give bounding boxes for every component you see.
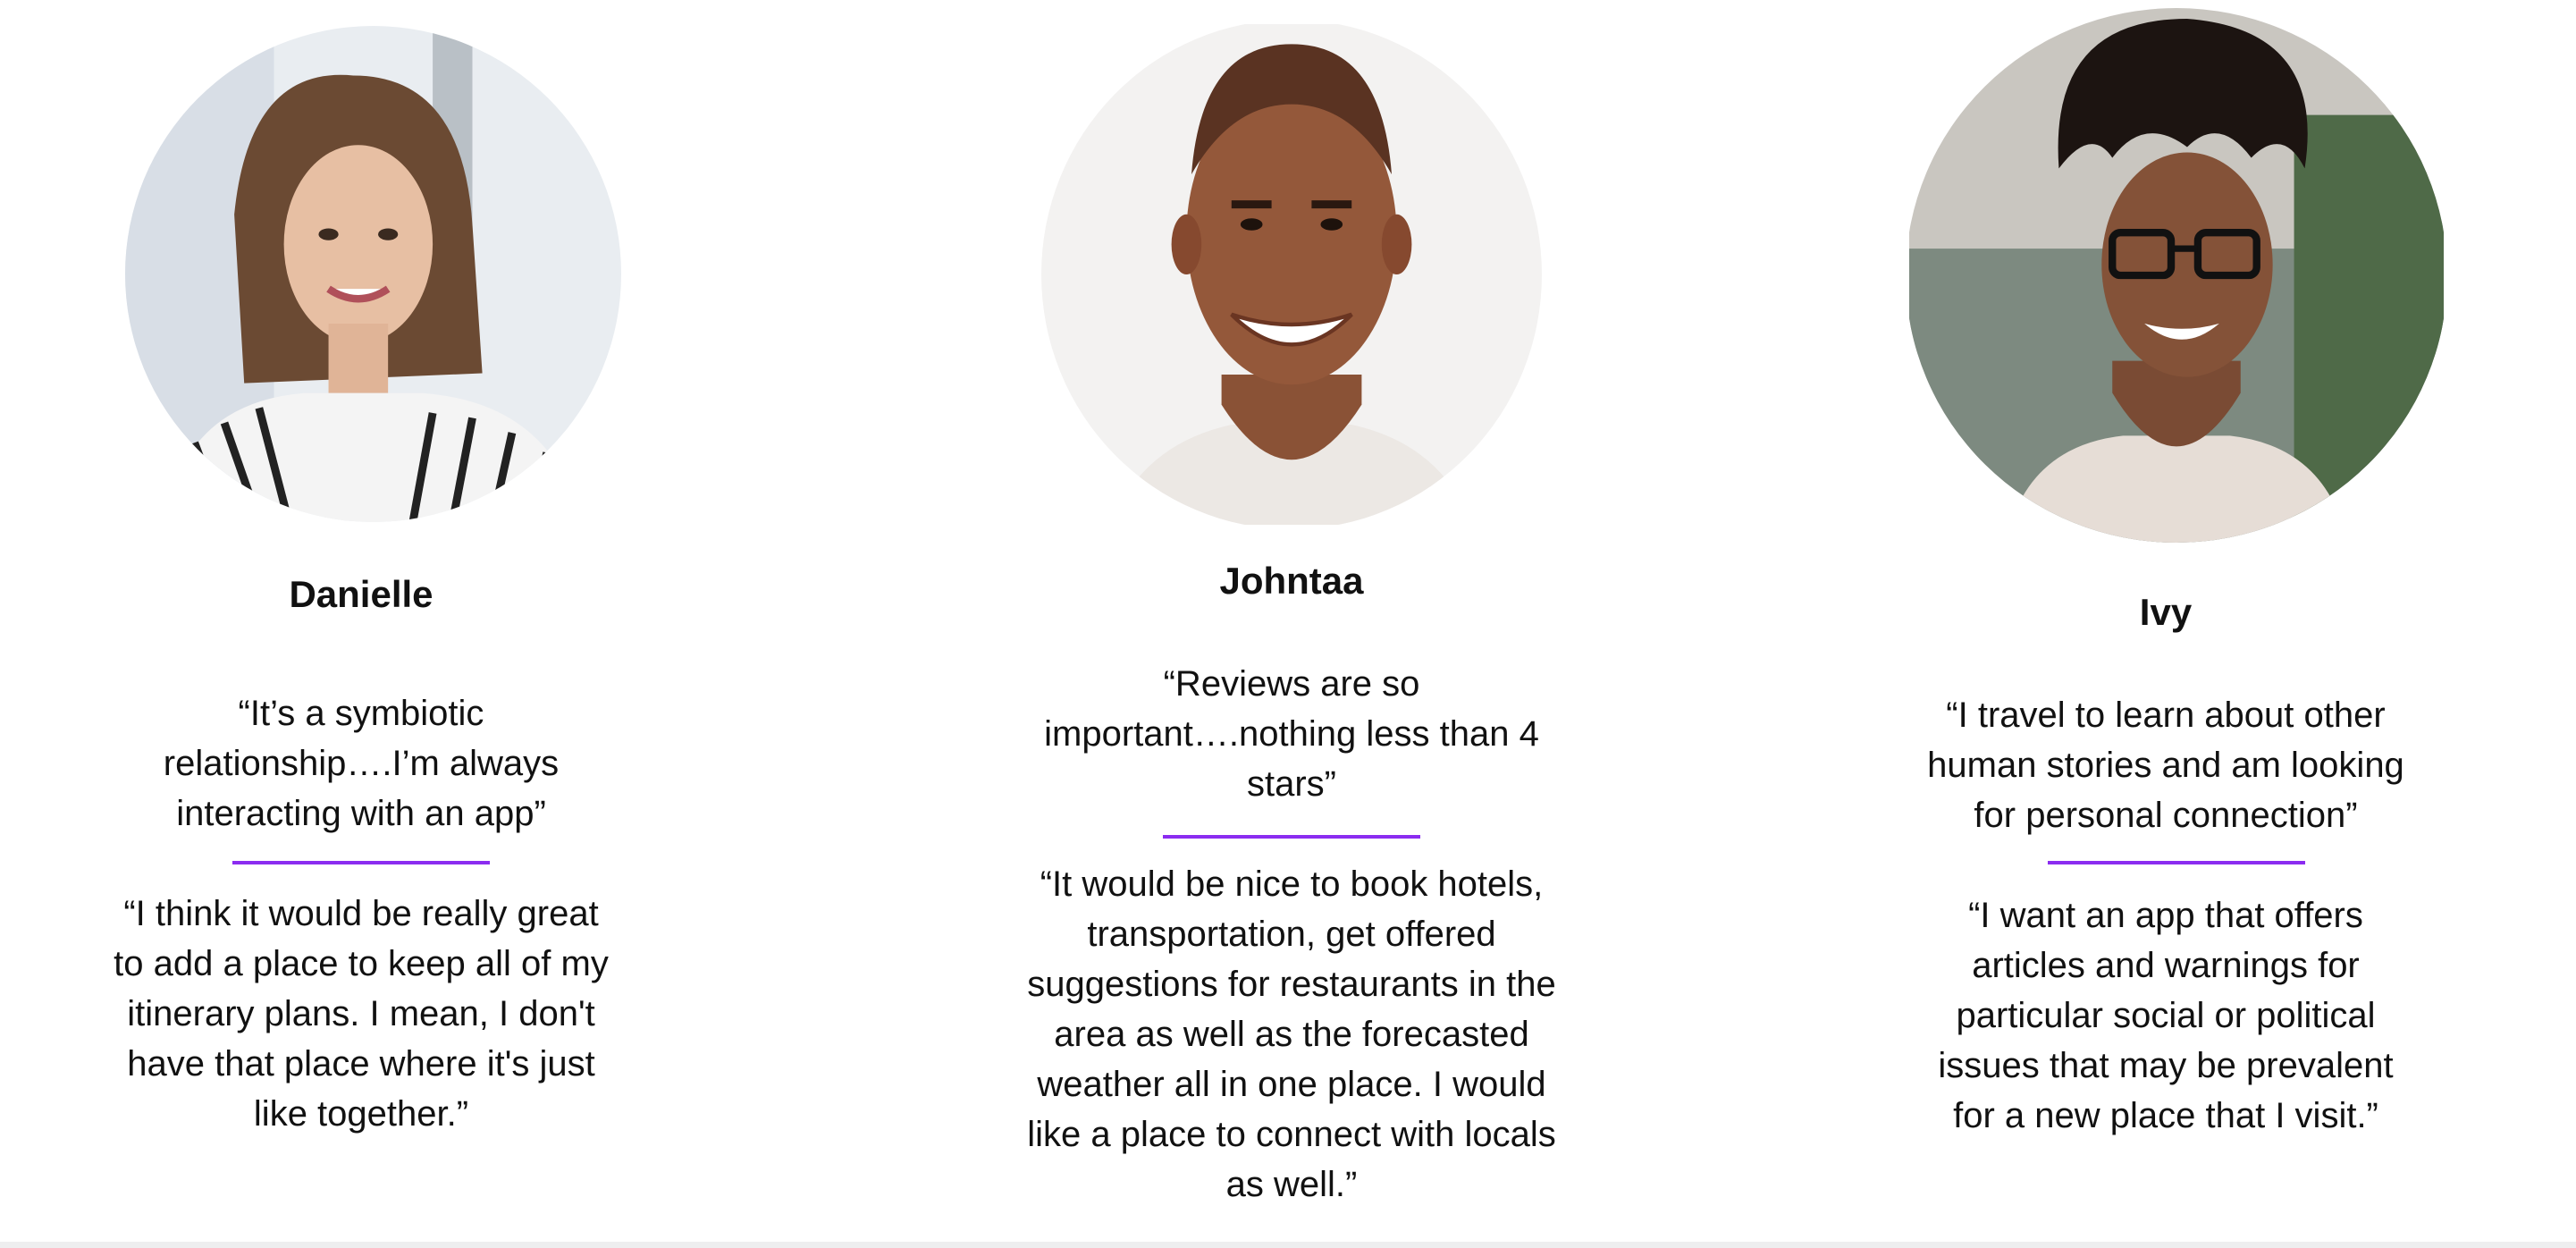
portrait-man-smiling-icon — [1041, 24, 1542, 525]
quote-line: for personal connection” — [1974, 796, 2358, 835]
persona-quote-secondary: “I want an app that offers articles and … — [1764, 890, 2568, 1141]
persona-quote-secondary: “It would be nice to book hotels, transp… — [889, 859, 1694, 1210]
persona-name: Johntaa — [1219, 560, 1364, 602]
persona-quote-secondary: “I think it would be really great to add… — [0, 889, 763, 1139]
persona-quote-primary: “It’s a symbiotic relationship….I’m alwa… — [0, 688, 763, 839]
persona-name: Ivy — [2139, 591, 2193, 633]
quote-line: as well.” — [1225, 1165, 1358, 1204]
quote-divider — [2048, 861, 2305, 864]
quote-line: “I travel to learn about other — [1946, 696, 2386, 735]
ivy-avatar — [1906, 8, 2447, 543]
persona-quote-primary: “Reviews are so important….nothing less … — [889, 659, 1694, 809]
quote-line: important….nothing less than 4 — [1044, 714, 1539, 754]
quote-line: articles and warnings for — [1972, 946, 2360, 985]
persona-quote-primary: “I travel to learn about other human sto… — [1764, 690, 2568, 840]
persona-name: Danielle — [289, 573, 434, 615]
quote-line: for a new place that I visit.” — [1953, 1096, 2378, 1135]
quote-line: relationship….I’m always — [163, 744, 560, 783]
quote-line: have that place where it's just — [127, 1044, 595, 1084]
quote-divider — [232, 861, 490, 864]
quote-line: stars” — [1247, 764, 1336, 804]
quote-line: itinerary plans. I mean, I don't — [127, 994, 595, 1033]
quote-line: like together.” — [253, 1094, 469, 1134]
quote-line: “Reviews are so — [1163, 664, 1420, 704]
quote-line: interacting with an app” — [176, 794, 546, 833]
quote-line: “I think it would be really great — [123, 894, 599, 933]
portrait-woman-striped-shirt-icon — [125, 26, 621, 522]
quote-line: particular social or political — [1956, 996, 2376, 1035]
portrait-woman-glasses-icon — [1909, 8, 2444, 543]
johntaa-avatar — [1041, 20, 1542, 529]
quote-line: “I want an app that offers — [1968, 896, 2363, 935]
quote-divider — [1163, 835, 1420, 839]
quote-line: “It’s a symbiotic — [238, 694, 484, 733]
quote-line: issues that may be prevalent — [1938, 1046, 2394, 1085]
quote-line: area as well as the forecasted — [1054, 1015, 1529, 1054]
quote-line: suggestions for restaurants in the — [1027, 965, 1556, 1004]
bottom-border — [0, 1242, 2576, 1248]
quote-line: “It would be nice to book hotels, — [1040, 864, 1544, 904]
danielle-avatar — [125, 26, 621, 522]
quote-line: human stories and am looking — [1927, 746, 2404, 785]
quote-line: weather all in one place. I would — [1037, 1065, 1546, 1104]
quote-line: like a place to connect with locals — [1027, 1115, 1556, 1154]
quote-line: to add a place to keep all of my — [114, 944, 609, 983]
quote-line: transportation, get offered — [1087, 915, 1496, 954]
